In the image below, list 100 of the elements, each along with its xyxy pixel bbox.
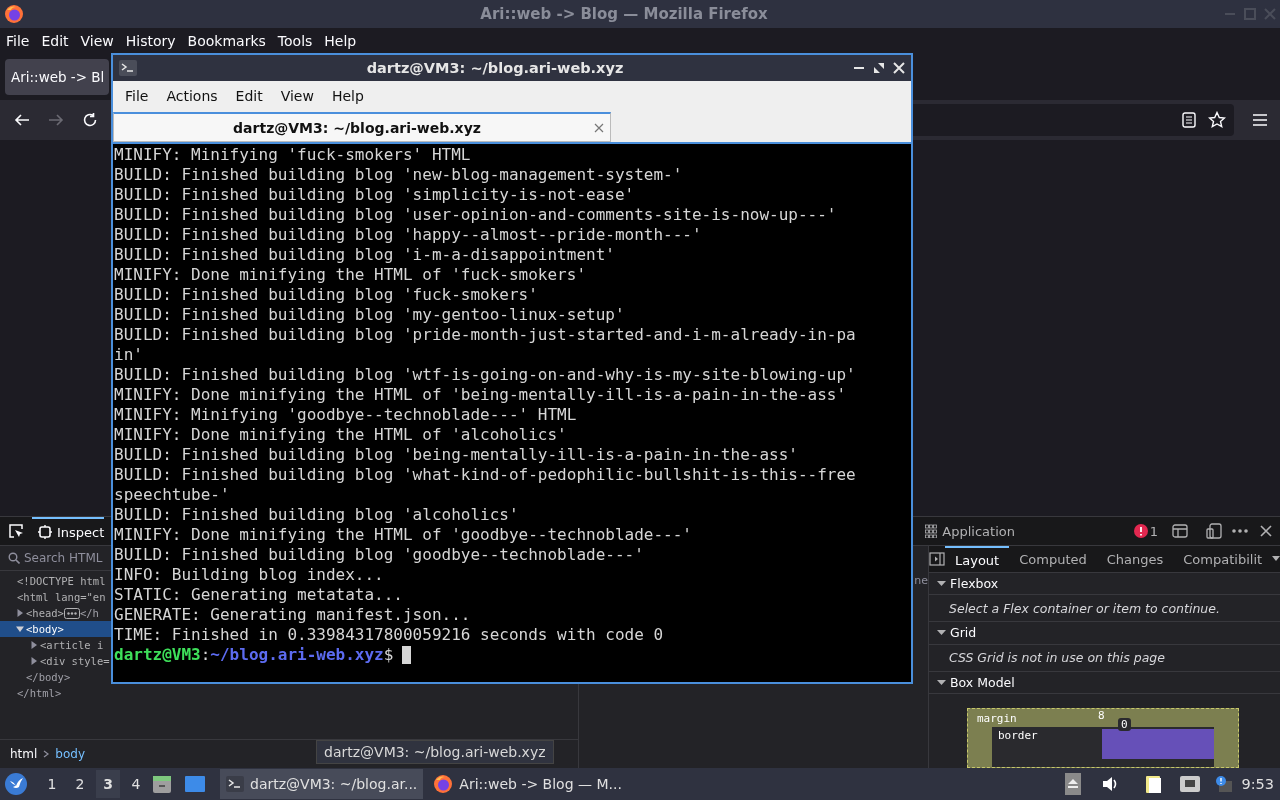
reload-icon[interactable] (82, 112, 98, 128)
devtools-tab[interactable]: Inspect (32, 517, 105, 545)
inspector-icon (38, 525, 52, 539)
terminal-line: BUILD: Finished building blog 'wtf-is-going-on-and-why-is-my-site-blowing-up' (114, 365, 856, 385)
tooltip: dartz@VM3: ~/blog.ari-web.xyz (316, 740, 554, 764)
menu-item[interactable]: View (74, 33, 120, 49)
terminal-line: MINIFY: Done minifying the HTML of 'alcoholics' (114, 425, 567, 445)
search-icon (8, 552, 20, 564)
markup-node[interactable]: <html lang="en (17, 591, 106, 603)
twisty-icon (937, 580, 946, 588)
terminal-line: BUILD: Finished building blog 'pride-month-just-started-and-i-m-already-in-pa (114, 325, 856, 345)
sidebar-toggle-icon[interactable] (929, 552, 945, 566)
menu-item[interactable]: Edit (226, 87, 272, 104)
error-count[interactable]: 1 (1133, 523, 1158, 539)
menu-item[interactable]: Bookmarks (181, 33, 272, 49)
more-options-icon[interactable] (1232, 529, 1248, 533)
firefox-logo-icon (4, 4, 24, 24)
margin-label: margin (977, 711, 1017, 725)
border-label: border (998, 728, 1038, 742)
text-cursor (402, 646, 412, 664)
sidebar-tab[interactable]: Layout (945, 546, 1010, 572)
element-picker-icon[interactable] (8, 523, 24, 539)
terminal-line: BUILD: Finished building blog 'i-m-a-disappointment' (114, 245, 615, 265)
eject-icon[interactable] (1065, 773, 1082, 795)
devtools-tab[interactable]: Application (919, 517, 1015, 545)
markup-node[interactable]: <head> (26, 607, 64, 619)
terminal-line: BUILD: Finished building blog 'happy--almost--pride-month---' (114, 225, 702, 245)
desktop-icon[interactable] (184, 775, 206, 793)
window-title: Ari::web -> Blog — Mozilla Firefox (479, 5, 769, 23)
task-button[interactable]: dartz@VM3: ~/blog.ar... (220, 769, 424, 799)
menu-item[interactable]: Actions (157, 87, 227, 104)
breadcrumb[interactable]: html (10, 747, 38, 761)
workspace-button[interactable]: 3 (96, 770, 120, 798)
markup-node[interactable]: <body> (26, 623, 64, 635)
sidebar-tab[interactable]: Changes (1096, 546, 1174, 572)
clock[interactable]: 9:53 (1237, 776, 1280, 792)
terminal-line: MINIFY: Done minifying the HTML of 'fuck-smokers' (114, 265, 586, 285)
terminal-line: MINIFY: Minifying 'fuck-smokers' HTML (114, 145, 471, 165)
terminal-line: in' (114, 345, 143, 365)
star-icon[interactable] (1208, 111, 1226, 129)
terminal-line: GENERATE: Generating manifest.json... (114, 605, 471, 625)
close-tab-icon[interactable] (594, 122, 604, 133)
closing-tag: </html> (17, 687, 62, 699)
workspace-button[interactable]: 1 (40, 770, 64, 798)
split-console-icon[interactable] (1172, 524, 1188, 538)
menu-item[interactable]: Help (322, 87, 373, 104)
section-header[interactable]: Flexbox (929, 573, 1280, 596)
markup-node[interactable]: <!DOCTYPE html (17, 575, 106, 587)
menu-item[interactable]: Edit (35, 33, 75, 49)
workspace-button[interactable]: 2 (68, 770, 92, 798)
menu-item[interactable]: File (0, 33, 36, 49)
prompt-user: dartz@VM3 (114, 645, 201, 665)
prompt-symbol: $ (383, 645, 394, 665)
markup-node[interactable]: <article i (40, 639, 104, 651)
terminal-icon (226, 776, 244, 792)
menu-item[interactable]: Tools (271, 33, 319, 49)
dropdown-caret-icon[interactable] (1272, 556, 1280, 562)
error-icon (1133, 524, 1148, 538)
search-field[interactable]: Search HTML (24, 551, 104, 565)
terminal-line: BUILD: Finished building blog 'what-kind-of-pedophilic-bullshit-is-this--free (114, 465, 856, 485)
closing-tag: </body> (26, 671, 71, 683)
menu-item[interactable]: Help (318, 33, 363, 49)
markup-node[interactable]: <div style= (40, 655, 110, 667)
firefox-logo-icon (433, 774, 454, 794)
start-menu-icon[interactable] (4, 772, 28, 796)
browser-tab[interactable]: Ari::web -> Bl (5, 59, 109, 95)
sidebar-tab[interactable]: Compatibilit (1173, 546, 1273, 572)
forward-icon[interactable] (48, 112, 64, 128)
menu-icon[interactable] (1252, 113, 1268, 127)
section-header[interactable]: Box Model (929, 671, 1280, 694)
margin-value[interactable]: 8 (1098, 708, 1105, 722)
restore-icon[interactable] (873, 62, 885, 74)
terminal-line: speechtube-' (114, 485, 230, 505)
section-header[interactable]: Grid (929, 622, 1280, 645)
file-cabinet-icon[interactable] (152, 774, 172, 794)
clipboard-icon[interactable] (1145, 774, 1164, 794)
empty-state-text: Select a Flex container or item to continue. (949, 600, 1220, 616)
reader-view-icon[interactable] (1182, 112, 1196, 128)
task-button[interactable]: Ari::web -> Blog — M... (427, 769, 628, 799)
terminal-icon (119, 60, 137, 76)
sidebar-tab[interactable]: Computed (1009, 546, 1097, 572)
menu-item[interactable]: File (116, 87, 158, 104)
twisty-icon (937, 678, 946, 686)
responsive-design-icon[interactable] (1206, 523, 1222, 539)
terminal-tab[interactable]: dartz@VM3: ~/blog.ari-web.xyz (113, 112, 611, 142)
workspace-button[interactable]: 4 (124, 770, 148, 798)
prompt-path: ~/blog.ari-web.xyz (210, 645, 384, 665)
twisty-icon (937, 629, 946, 637)
network-icon[interactable] (1179, 775, 1202, 793)
border-value[interactable]: 0 (1118, 717, 1131, 731)
back-icon[interactable] (14, 112, 30, 128)
pane-text: ne (914, 574, 928, 589)
terminal-line: INFO: Building blog index... (114, 565, 384, 585)
terminal-line: MINIFY: Done minifying the HTML of 'being-mentally-ill-is-a-pain-in-the-ass' (114, 385, 847, 405)
menu-item[interactable]: View (271, 87, 323, 104)
chevron-icon (43, 750, 50, 758)
notification-icon[interactable] (1215, 775, 1234, 793)
close-icon[interactable] (1260, 525, 1272, 537)
breadcrumb[interactable]: body (55, 747, 86, 761)
menu-item[interactable]: History (119, 33, 182, 49)
